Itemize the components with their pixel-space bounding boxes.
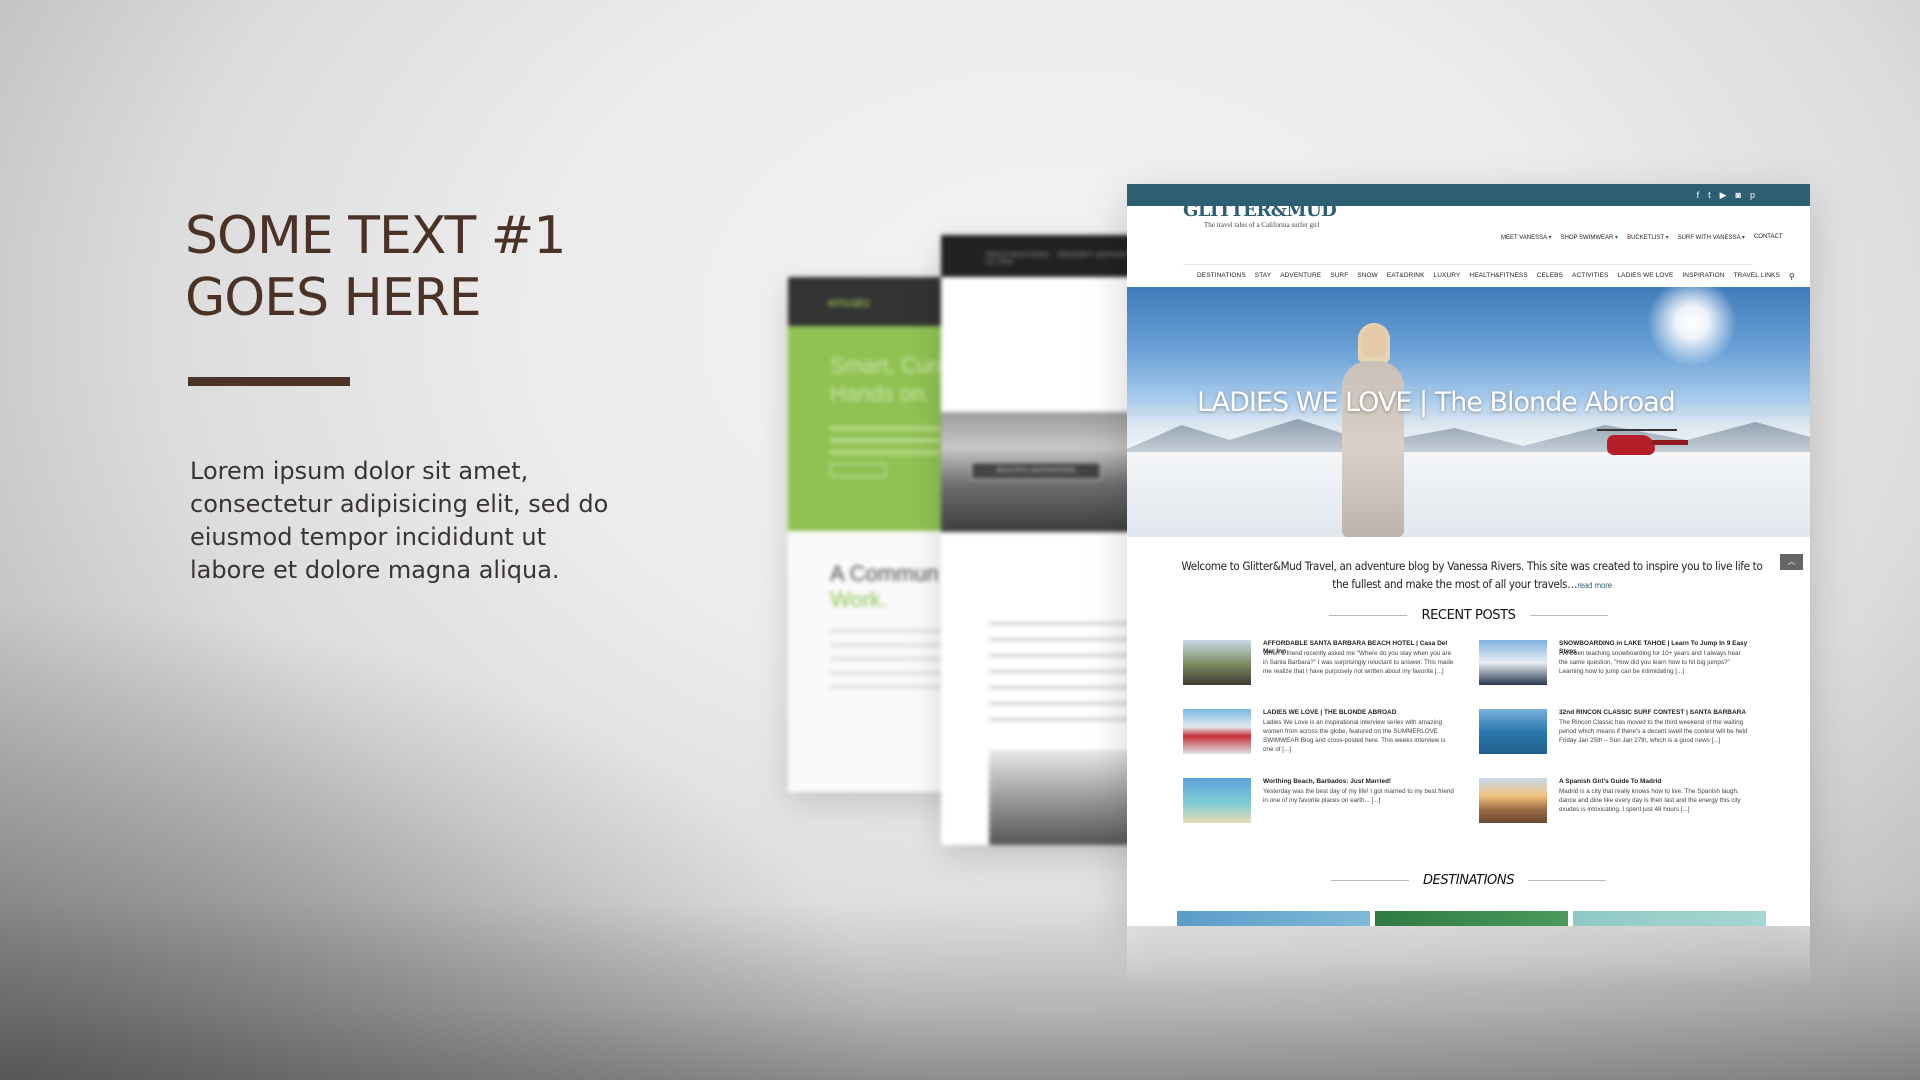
post-thumbnail[interactable] [1479, 778, 1547, 823]
hero-title[interactable]: LADIES WE LOVE | The Blonde Abroad [1197, 387, 1676, 418]
website-mockup: f t ▶ ◙ p GLITTER&MUD The travel tales o… [1127, 184, 1810, 926]
slide-title-line2: GOES HERE [185, 268, 482, 328]
post-item[interactable]: AFFORDABLE SANTA BARBARA BEACH HOTEL | C… [1183, 640, 1453, 696]
post-thumbnail[interactable] [1183, 709, 1251, 754]
post-item[interactable]: Worthing Beach, Barbados: Just Married! … [1183, 778, 1454, 834]
hero-sun [1647, 287, 1737, 367]
nav-eat-drink[interactable]: EAT&DRINK [1387, 272, 1425, 281]
nav-meet-vanessa[interactable]: MEET VANESSA [1501, 234, 1551, 241]
twitter-icon[interactable]: t [1708, 190, 1711, 200]
post-excerpt: Madrid is a city that really knows how t… [1559, 788, 1741, 813]
destination-thumbnail[interactable] [1573, 911, 1766, 926]
destination-thumbnail[interactable] [1177, 911, 1370, 926]
search-icon[interactable]: ⚲ [1789, 272, 1795, 281]
nav-travel-links[interactable]: TRAVEL LINKS [1734, 272, 1780, 281]
post-item[interactable]: SNOWBOARDING in LAKE TAHOE | Learn To Ju… [1479, 640, 1749, 696]
site-main-nav: DESTINATIONS STAY ADVENTURE SURF SNOW EA… [1197, 272, 1795, 281]
post-excerpt: Ladies We Love is an inspirational inter… [1263, 719, 1446, 753]
nav-inspiration[interactable]: INSPIRATION [1682, 272, 1724, 281]
post-excerpt: Yesterday was the best day of my life! I… [1263, 788, 1454, 804]
post-thumbnail[interactable] [1183, 778, 1251, 823]
destinations-photo-2 [989, 750, 1141, 845]
read-more-link[interactable]: read more [1577, 581, 1612, 590]
title-divider [188, 377, 350, 386]
pinterest-icon[interactable]: p [1750, 190, 1755, 200]
post-title[interactable]: Worthing Beach, Barbados: Just Married! [1263, 778, 1453, 786]
nav-surf[interactable]: SURF [1330, 272, 1348, 281]
nav-shop-swimwear[interactable]: SHOP SWIMWEAR [1560, 234, 1618, 241]
intro-body: Welcome to Glitter&Mud Travel, an advent… [1181, 559, 1763, 591]
post-title[interactable]: 32nd RINCON CLASSIC SURF CONTEST | SANTA… [1559, 709, 1749, 717]
slide-title-line1: SOME TEXT #1 [185, 206, 566, 266]
youtube-icon[interactable]: ▶ [1720, 190, 1727, 201]
nav-divider [1183, 264, 1753, 265]
instagram-icon[interactable]: ◙ [1736, 190, 1741, 200]
nav-activities[interactable]: ACTIVITIES [1572, 272, 1608, 281]
nav-ladies-we-love[interactable]: LADIES WE LOVE [1617, 272, 1673, 281]
hero-snow [1127, 452, 1810, 537]
recent-posts-title: RECENT POSTS [1421, 608, 1516, 623]
nav-adventure[interactable]: ADVENTURE [1280, 272, 1321, 281]
post-thumbnail[interactable] [1479, 640, 1547, 685]
nav-stay[interactable]: STAY [1255, 272, 1271, 281]
nav-luxury[interactable]: LUXURY [1434, 272, 1461, 281]
nav-contact[interactable]: CONTACT [1754, 234, 1783, 241]
post-item[interactable]: 32nd RINCON CLASSIC SURF CONTEST | SANTA… [1479, 709, 1749, 765]
slide-title: SOME TEXT #1 GOES HERE [185, 205, 705, 329]
post-title[interactable]: LADIES WE LOVE | THE BLONDE ABROAD [1263, 709, 1453, 717]
post-excerpt: When a friend recently asked me "Where d… [1263, 650, 1454, 675]
destinations-badge: BEAUTIFUL DESTINATIONS [971, 462, 1101, 480]
post-title[interactable]: A Spanish Girl's Guide To Madrid [1559, 778, 1749, 786]
post-thumbnail[interactable] [1183, 640, 1251, 685]
post-thumbnail[interactable] [1479, 709, 1547, 754]
site-top-nav: MEET VANESSA SHOP SWIMWEAR BUCKETLIST SU… [1501, 234, 1783, 241]
nav-bucketlist[interactable]: BUCKETLIST [1627, 234, 1669, 241]
site-tagline: The travel tales of a California surfer … [1204, 221, 1320, 229]
nav-surf-with-vanessa[interactable]: SURF WITH VANESSA [1678, 234, 1745, 241]
post-excerpt: I've been teaching snowboarding for 10+ … [1559, 650, 1741, 675]
facebook-icon[interactable]: f [1697, 190, 1700, 200]
hero-helicopter [1597, 427, 1689, 457]
envato-sub-line2: Work. [830, 587, 888, 612]
destination-thumbnail[interactable] [1375, 911, 1568, 926]
destinations-photo: BEAUTIFUL DESTINATIONS [941, 412, 1141, 532]
recent-posts-heading: RECENT POSTS [1127, 608, 1810, 623]
destinations-blank [941, 277, 1141, 412]
destinations-body-text [941, 532, 1141, 721]
nav-destinations[interactable]: DESTINATIONS [1197, 272, 1246, 281]
vignette [0, 600, 900, 1080]
nav-health-fitness[interactable]: HEALTH&FITNESS [1469, 272, 1527, 281]
post-excerpt: The Rincon Classic has moved to the thir… [1559, 719, 1748, 744]
chevron-up-icon[interactable]: ︿ [1780, 554, 1803, 570]
hero-image[interactable]: LADIES WE LOVE | The Blonde Abroad [1127, 287, 1810, 537]
post-item[interactable]: A Spanish Girl's Guide To Madrid Madrid … [1479, 778, 1749, 834]
destinations-header: DESTINATIONS · RESORT REPORT · ULTRA [941, 235, 1141, 277]
site-logo[interactable]: GLITTER&MUD [1183, 200, 1337, 221]
nav-snow[interactable]: SNOW [1357, 272, 1378, 281]
intro-text: Welcome to Glitter&Mud Travel, an advent… [1177, 557, 1767, 595]
destinations-heading: DESTINATIONS [1127, 873, 1810, 888]
slide-body: Lorem ipsum dolor sit amet, consectetur … [190, 457, 609, 584]
nav-celebs[interactable]: CELEBS [1537, 272, 1563, 281]
envato-hero-button [830, 463, 886, 477]
mockup-reflection [1127, 926, 1810, 986]
post-item[interactable]: LADIES WE LOVE | THE BLONDE ABROAD Ladie… [1183, 709, 1453, 765]
hero-person [1342, 323, 1404, 537]
destinations-page-preview: DESTINATIONS · RESORT REPORT · ULTRA BEA… [941, 235, 1141, 845]
destinations-title: DESTINATIONS [1422, 873, 1515, 888]
